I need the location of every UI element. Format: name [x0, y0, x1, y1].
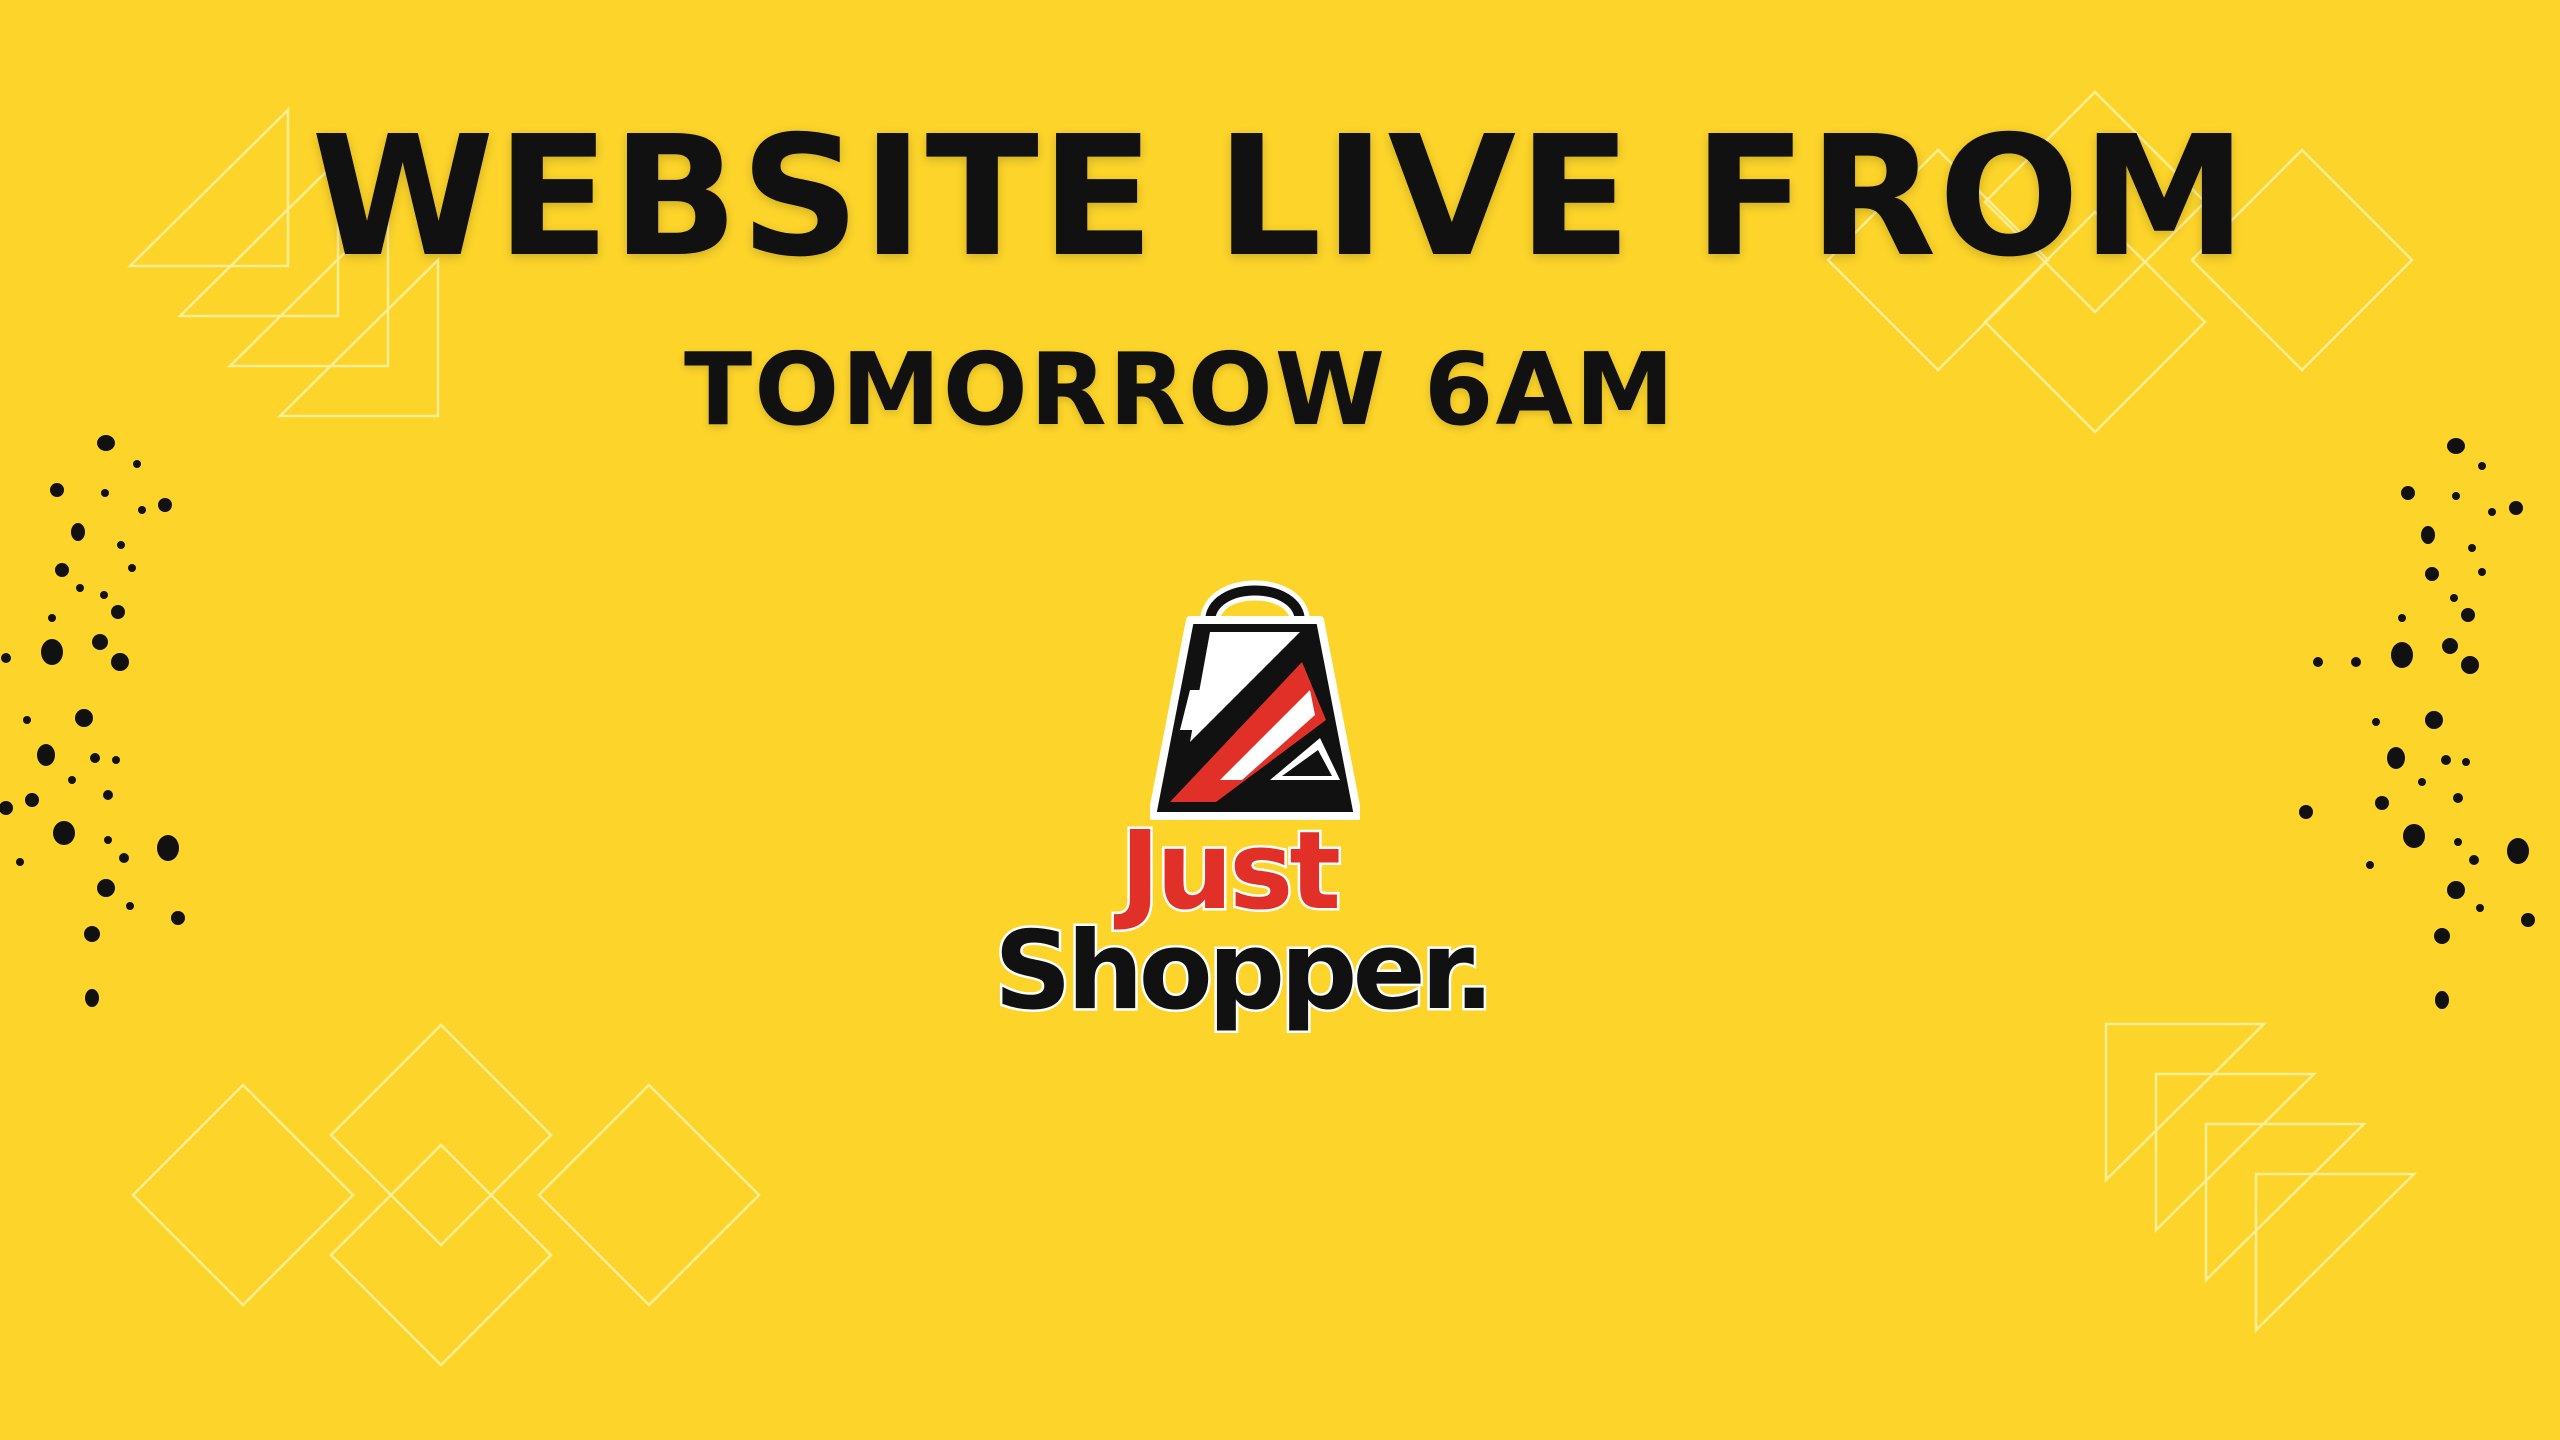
headline: WEBSITE LIVE FROM	[311, 101, 2249, 294]
bottom-right-triangles	[2104, 1022, 2418, 1333]
bottom-left-diamonds	[131, 1023, 761, 1367]
brand-name-shopper: Shopper.	[992, 909, 1498, 1034]
left-dot-cluster	[0, 435, 185, 1007]
shopping-bag-icon	[1150, 580, 1360, 820]
subheadline: TOMORROW 6AM	[684, 331, 1677, 448]
right-dot-cluster	[2299, 438, 2535, 1009]
announcement-banner: WEBSITE LIVE FROM TOMORROW 6AM Just Shop…	[0, 0, 2560, 1440]
